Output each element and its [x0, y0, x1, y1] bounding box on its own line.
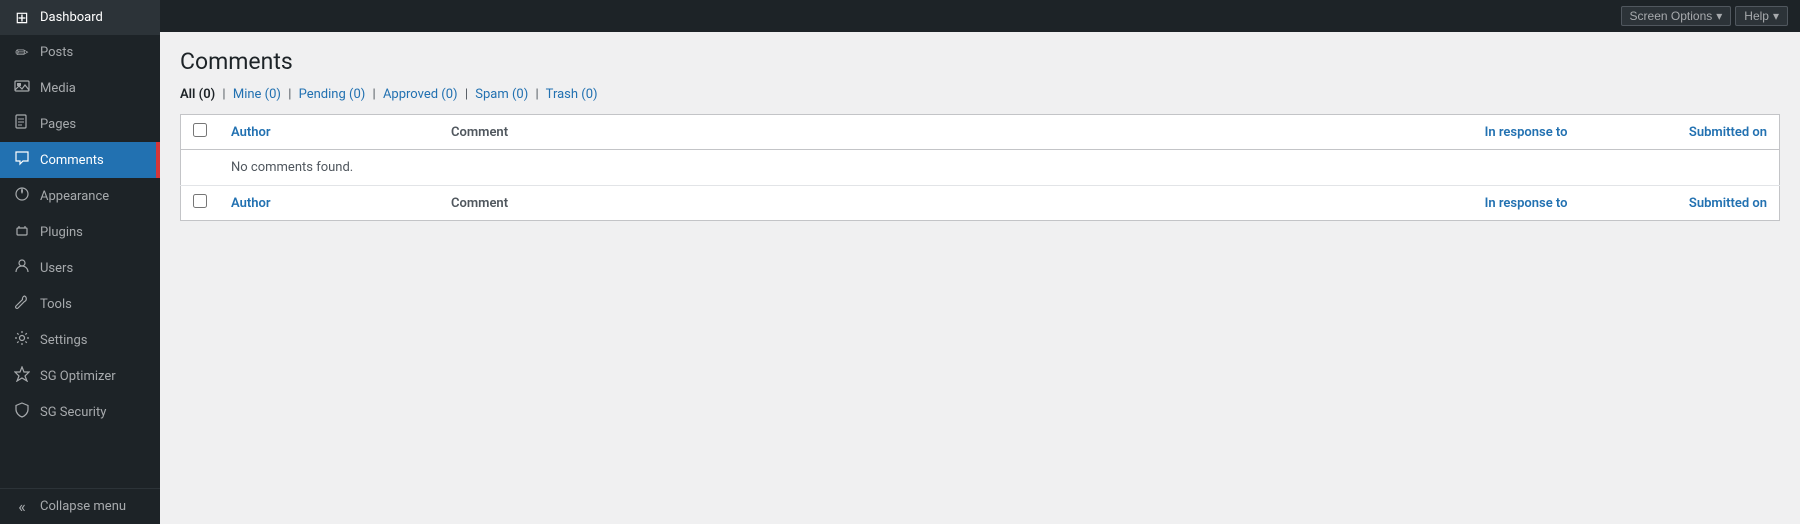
separator-1: | — [222, 87, 225, 102]
in-response-header-label: In response to — [1485, 125, 1568, 140]
sidebar-item-sg-security[interactable]: SG Security — [0, 394, 160, 430]
collapse-menu-label: Collapse menu — [40, 499, 126, 514]
content-area: Comments All (0) | Mine (0) | Pending (0… — [160, 32, 1800, 524]
table-footer-row: Author Comment In response to Submitted … — [181, 186, 1780, 221]
filter-pending-count: (0) — [349, 87, 365, 102]
sidebar-item-media[interactable]: Media — [0, 70, 160, 106]
users-icon — [12, 258, 32, 278]
author-column-header[interactable]: Author — [219, 115, 439, 150]
sidebar-item-label: Posts — [40, 45, 73, 60]
submitted-footer-header[interactable]: Submitted on — [1580, 186, 1780, 221]
sidebar-item-sg-optimizer[interactable]: SG Optimizer — [0, 358, 160, 394]
sg-security-icon — [12, 402, 32, 422]
comments-icon — [12, 150, 32, 170]
sidebar-item-appearance[interactable]: Appearance — [0, 178, 160, 214]
filter-spam[interactable]: Spam (0) — [475, 87, 528, 102]
topbar: Screen Options ▾ Help ▾ — [160, 0, 1800, 32]
filter-spam-count: (0) — [512, 87, 528, 102]
sidebar-item-label: Appearance — [40, 189, 109, 204]
filter-trash[interactable]: Trash (0) — [546, 87, 598, 102]
no-comments-message: No comments found. — [219, 150, 1780, 186]
select-all-checkbox-bottom[interactable] — [193, 194, 207, 208]
sidebar-item-label: Tools — [40, 297, 72, 312]
main-content: Screen Options ▾ Help ▾ Comments All (0)… — [160, 0, 1800, 524]
filter-mine-count: (0) — [265, 87, 281, 102]
select-all-checkbox[interactable] — [193, 123, 207, 137]
in-response-footer-label: In response to — [1485, 196, 1568, 211]
sidebar-item-pages[interactable]: Pages — [0, 106, 160, 142]
dashboard-icon: ⊞ — [12, 8, 32, 27]
comment-footer-header: Comment — [439, 186, 1380, 221]
sidebar-item-tools[interactable]: Tools — [0, 286, 160, 322]
settings-icon — [12, 330, 32, 350]
submitted-footer-label: Submitted on — [1689, 196, 1767, 211]
appearance-icon — [12, 186, 32, 206]
sidebar-item-comments[interactable]: Comments — [0, 142, 160, 178]
in-response-footer-header[interactable]: In response to — [1380, 186, 1580, 221]
sidebar-item-label: Settings — [40, 333, 87, 348]
help-button[interactable]: Help ▾ — [1735, 6, 1788, 26]
sg-optimizer-icon — [12, 366, 32, 386]
sidebar-item-label: SG Security — [40, 405, 106, 420]
sidebar-item-posts[interactable]: ✏ Posts — [0, 35, 160, 70]
separator-5: | — [536, 87, 539, 102]
sidebar: ⊞ Dashboard ✏ Posts Media Pages Comments… — [0, 0, 160, 524]
in-response-column-header[interactable]: In response to — [1380, 115, 1580, 150]
submitted-column-header[interactable]: Submitted on — [1580, 115, 1780, 150]
separator-3: | — [373, 87, 376, 102]
help-arrow-icon: ▾ — [1773, 9, 1779, 23]
table-header-row: Author Comment In response to Submitted … — [181, 115, 1780, 150]
sidebar-item-settings[interactable]: Settings — [0, 322, 160, 358]
sidebar-item-label: Pages — [40, 117, 76, 132]
filter-all[interactable]: All (0) — [180, 87, 215, 102]
author-footer-header[interactable]: Author — [219, 186, 439, 221]
no-comments-row: No comments found. — [181, 150, 1780, 186]
separator-4: | — [465, 87, 468, 102]
filter-bar: All (0) | Mine (0) | Pending (0) | Appro… — [180, 87, 1780, 102]
sidebar-item-label: Plugins — [40, 225, 83, 240]
select-all-checkbox-footer[interactable] — [181, 186, 220, 221]
filter-approved[interactable]: Approved (0) — [383, 87, 458, 102]
screen-options-button[interactable]: Screen Options ▾ — [1621, 6, 1732, 26]
screen-options-arrow-icon: ▾ — [1716, 9, 1722, 23]
filter-approved-count: (0) — [441, 87, 457, 102]
author-footer-label: Author — [231, 196, 271, 211]
comments-table: Author Comment In response to Submitted … — [180, 114, 1780, 221]
select-all-checkbox-header[interactable] — [181, 115, 220, 150]
sidebar-item-label: Dashboard — [40, 10, 103, 25]
screen-options-label: Screen Options — [1630, 9, 1713, 23]
filter-all-count: (0) — [199, 87, 216, 102]
plugins-icon — [12, 222, 32, 242]
sidebar-item-label: Comments — [40, 153, 104, 168]
posts-icon: ✏ — [12, 43, 32, 62]
comment-column-header: Comment — [439, 115, 1380, 150]
collapse-icon: « — [12, 497, 32, 516]
author-header-label: Author — [231, 125, 271, 140]
sidebar-item-plugins[interactable]: Plugins — [0, 214, 160, 250]
sidebar-item-label: Media — [40, 81, 76, 96]
filter-mine[interactable]: Mine (0) — [233, 87, 281, 102]
tools-icon — [12, 294, 32, 314]
sidebar-item-label: SG Optimizer — [40, 369, 116, 384]
sidebar-item-label: Users — [40, 261, 73, 276]
comment-header-label: Comment — [451, 125, 508, 140]
pages-icon — [12, 114, 32, 134]
no-comments-cb — [181, 150, 220, 186]
help-label: Help — [1744, 9, 1769, 23]
collapse-menu-button[interactable]: « Collapse menu — [0, 488, 160, 524]
submitted-header-label: Submitted on — [1689, 125, 1767, 140]
page-title: Comments — [180, 48, 1780, 75]
comment-footer-label: Comment — [451, 196, 508, 211]
media-icon — [12, 78, 32, 98]
filter-pending[interactable]: Pending (0) — [299, 87, 366, 102]
sidebar-item-dashboard[interactable]: ⊞ Dashboard — [0, 0, 160, 35]
sidebar-item-users[interactable]: Users — [0, 250, 160, 286]
filter-trash-count: (0) — [581, 87, 597, 102]
separator-2: | — [288, 87, 291, 102]
